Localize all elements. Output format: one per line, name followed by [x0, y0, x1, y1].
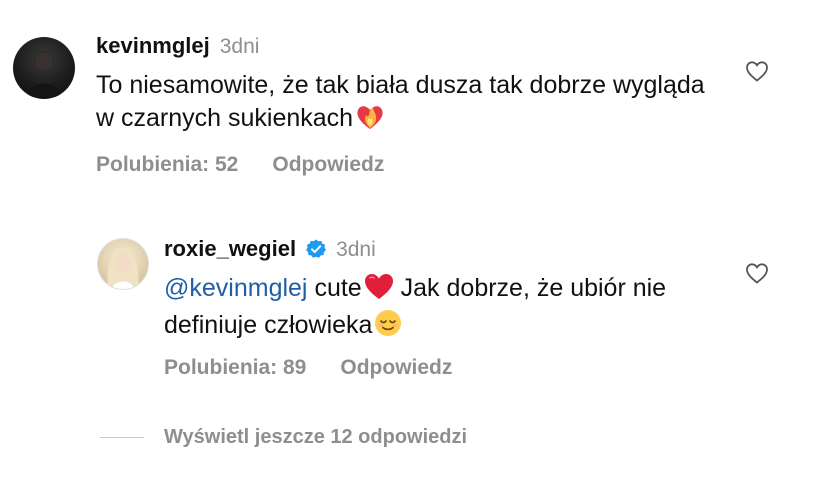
reply-button[interactable]: Odpowiedz: [272, 153, 384, 177]
avatar[interactable]: [13, 37, 75, 99]
comment-body-part1: cute: [314, 274, 362, 302]
heart-icon[interactable]: [745, 262, 769, 284]
likes-count[interactable]: Polubienia: 89: [164, 356, 306, 380]
comment-text: To niesamowite, że tak biała dusza tak d…: [96, 69, 716, 139]
heart-icon[interactable]: [745, 60, 769, 82]
timestamp: 3dni: [219, 35, 260, 58]
comment-body: To niesamowite, że tak biała dusza tak d…: [96, 71, 705, 132]
avatar-image: [107, 247, 139, 289]
comment-actions: Polubienia: 89 Odpowiedz: [164, 356, 452, 380]
heart-on-fire-emoji: [355, 102, 385, 139]
username[interactable]: roxie_wegiel: [164, 236, 296, 262]
comment-header: roxie_wegiel 3dni: [164, 236, 376, 262]
red-heart-emoji: [364, 273, 394, 309]
mention-link[interactable]: @kevinmglej: [164, 274, 307, 302]
comment-text: @kevinmglej cute Jak dobrze, że ubiór ni…: [164, 272, 724, 346]
comment-actions: Polubienia: 52 Odpowiedz: [96, 153, 384, 177]
timestamp: 3dni: [336, 238, 376, 261]
view-more-replies[interactable]: Wyświetl jeszcze 12 odpowiedzi: [100, 426, 467, 449]
avatar-image: [27, 51, 61, 97]
likes-count[interactable]: Polubienia: 52: [96, 153, 238, 177]
comment-header: kevinmglej 3dni: [96, 33, 259, 59]
reply-button[interactable]: Odpowiedz: [340, 356, 452, 380]
avatar[interactable]: [97, 238, 149, 290]
divider-line: [100, 437, 144, 438]
username[interactable]: kevinmglej: [96, 33, 210, 59]
verified-badge-icon: [306, 239, 327, 259]
view-more-replies-label[interactable]: Wyświetl jeszcze 12 odpowiedzi: [164, 426, 467, 449]
relieved-face-emoji: [374, 309, 402, 346]
